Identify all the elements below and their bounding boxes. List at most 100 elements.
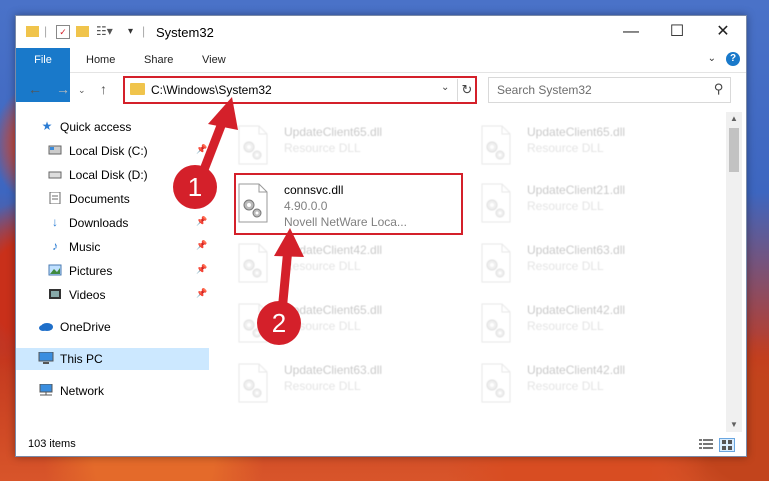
pin-icon[interactable]: 📌 [196, 240, 207, 251]
sidebar-item-label: OneDrive [60, 320, 111, 334]
item-count: 103 items [28, 438, 76, 450]
dll-file-icon [235, 125, 271, 165]
file-name: UpdateClient65.dll [527, 125, 626, 139]
tab-home[interactable]: Home [86, 48, 115, 72]
file-name: UpdateClient65.dll [284, 125, 383, 139]
sidebar-item-local-disk-c[interactable]: Local Disk (C:) 📌 [16, 140, 209, 162]
title-bar: | ✓ ☷▾ ▾ | System32 — ☐ ✕ [16, 16, 746, 48]
music-icon: ♪ [52, 239, 58, 253]
search-input[interactable]: Search System32 [497, 83, 592, 97]
file-name: UpdateClient21.dll [527, 183, 626, 197]
window-title: System32 [156, 25, 214, 40]
address-bar-highlight [123, 76, 477, 104]
dll-file-icon [478, 183, 514, 223]
sidebar-item-videos[interactable]: Videos 📌 [16, 284, 209, 306]
pictures-icon [48, 264, 62, 276]
tab-share[interactable]: Share [144, 48, 173, 72]
ribbon: File Home Share View ⌄ ? [16, 48, 746, 102]
navigation-pane: ★ Quick access Local Disk (C:) 📌 Local D… [16, 112, 211, 432]
dll-file-icon [235, 243, 271, 283]
sidebar-item-music[interactable]: ♪ Music 📌 [16, 236, 209, 258]
sidebar-item-quick-access[interactable]: ★ Quick access [16, 116, 209, 138]
sidebar-item-label: Pictures [69, 264, 113, 278]
sidebar-item-pictures[interactable]: Pictures 📌 [16, 260, 209, 282]
sidebar-item-label: Local Disk (D:) [69, 168, 148, 182]
large-icons-view-icon[interactable] [719, 438, 735, 452]
dll-file-icon [478, 125, 514, 165]
file-type: Resource DLL [527, 141, 604, 155]
pin-icon[interactable]: 📌 [196, 288, 207, 299]
file-item[interactable]: UpdateClient65.dll Resource DLL [228, 120, 458, 174]
file-type: Resource DLL [284, 259, 361, 273]
sidebar-item-onedrive[interactable]: OneDrive [16, 316, 209, 338]
file-type: Resource DLL [527, 199, 604, 213]
help-icon[interactable]: ? [726, 52, 740, 66]
separator: | [142, 24, 146, 38]
vertical-scrollbar[interactable]: ▲ ▼ [726, 112, 742, 432]
sidebar-item-label: Videos [69, 288, 106, 302]
file-item[interactable]: UpdateClient42.dll Resource DLL [228, 238, 458, 292]
file-item[interactable]: UpdateClient21.dll Resource DLL [471, 178, 701, 232]
file-type: Resource DLL [284, 141, 361, 155]
sidebar-item-label: Local Disk (C:) [69, 144, 148, 158]
pin-icon[interactable]: 📌 [196, 216, 207, 227]
status-bar: 103 items [16, 434, 746, 456]
pin-icon[interactable]: 📌 [196, 264, 207, 275]
search-box[interactable]: Search System32 ⚲ [488, 77, 731, 103]
documents-icon [48, 191, 62, 205]
quick-access-toolbar-icon[interactable]: ☷▾ [96, 24, 113, 38]
close-button[interactable]: ✕ [700, 16, 746, 48]
file-highlight [234, 173, 463, 235]
sidebar-item-label: Downloads [69, 216, 129, 230]
file-item[interactable]: UpdateClient42.dll Resource DLL [471, 298, 701, 352]
sidebar-item-label: Documents [69, 192, 130, 206]
customize-toolbar-icon[interactable]: ▾ [128, 26, 133, 37]
file-name: UpdateClient42.dll [527, 363, 626, 377]
back-button[interactable]: ← [28, 81, 42, 97]
drive-icon [48, 168, 62, 180]
up-button[interactable]: ↑ [100, 81, 107, 97]
sidebar-item-label: This PC [60, 352, 103, 366]
recent-locations-button[interactable]: ⌄ [78, 85, 86, 96]
dll-file-icon [478, 243, 514, 283]
file-item[interactable]: UpdateClient63.dll Resource DLL [471, 238, 701, 292]
sidebar-item-downloads[interactable]: ↓ Downloads 📌 [16, 212, 209, 234]
cloud-icon [38, 320, 53, 332]
minimize-button[interactable]: — [608, 16, 654, 48]
scrollbar-thumb[interactable] [729, 128, 739, 172]
sidebar-item-label: Music [69, 240, 101, 254]
maximize-button[interactable]: ☐ [654, 16, 700, 48]
dll-file-icon [478, 303, 514, 343]
pin-icon[interactable]: 📌 [196, 144, 207, 155]
file-item[interactable]: UpdateClient63.dll Resource DLL [228, 358, 458, 412]
forward-button[interactable]: → [56, 81, 70, 97]
file-item[interactable]: UpdateClient42.dll Resource DLL [471, 358, 701, 412]
file-name: UpdateClient63.dll [284, 363, 383, 377]
downloads-icon: ↓ [52, 215, 58, 229]
file-item[interactable]: UpdateClient65.dll Resource DLL [471, 120, 701, 174]
dll-file-icon [478, 363, 514, 403]
file-type: Resource DLL [527, 319, 604, 333]
file-name: UpdateClient42.dll [284, 243, 383, 257]
tab-view[interactable]: View [202, 48, 226, 72]
new-folder-icon[interactable] [76, 26, 89, 37]
separator: | [44, 24, 48, 38]
details-view-icon[interactable] [699, 438, 713, 450]
network-icon [38, 383, 53, 396]
properties-icon[interactable]: ✓ [56, 25, 70, 39]
scroll-up-arrow-icon[interactable]: ▲ [726, 112, 742, 126]
dll-file-icon [235, 363, 271, 403]
sidebar-item-label: Quick access [60, 120, 132, 134]
file-list: UpdateClient65.dll Resource DLL UpdateClie… [226, 112, 724, 432]
file-type: Resource DLL [527, 259, 604, 273]
drive-icon [48, 144, 62, 156]
sidebar-item-label: Network [60, 384, 105, 398]
file-type: Resource DLL [284, 379, 361, 393]
search-icon[interactable]: ⚲ [714, 81, 724, 97]
computer-icon [38, 351, 54, 364]
sidebar-item-this-pc[interactable]: This PC [16, 348, 209, 370]
star-icon: ★ [41, 119, 53, 133]
sidebar-item-network[interactable]: Network [16, 380, 209, 402]
scroll-down-arrow-icon[interactable]: ▼ [726, 418, 742, 432]
chevron-down-icon[interactable]: ⌄ [708, 53, 716, 64]
